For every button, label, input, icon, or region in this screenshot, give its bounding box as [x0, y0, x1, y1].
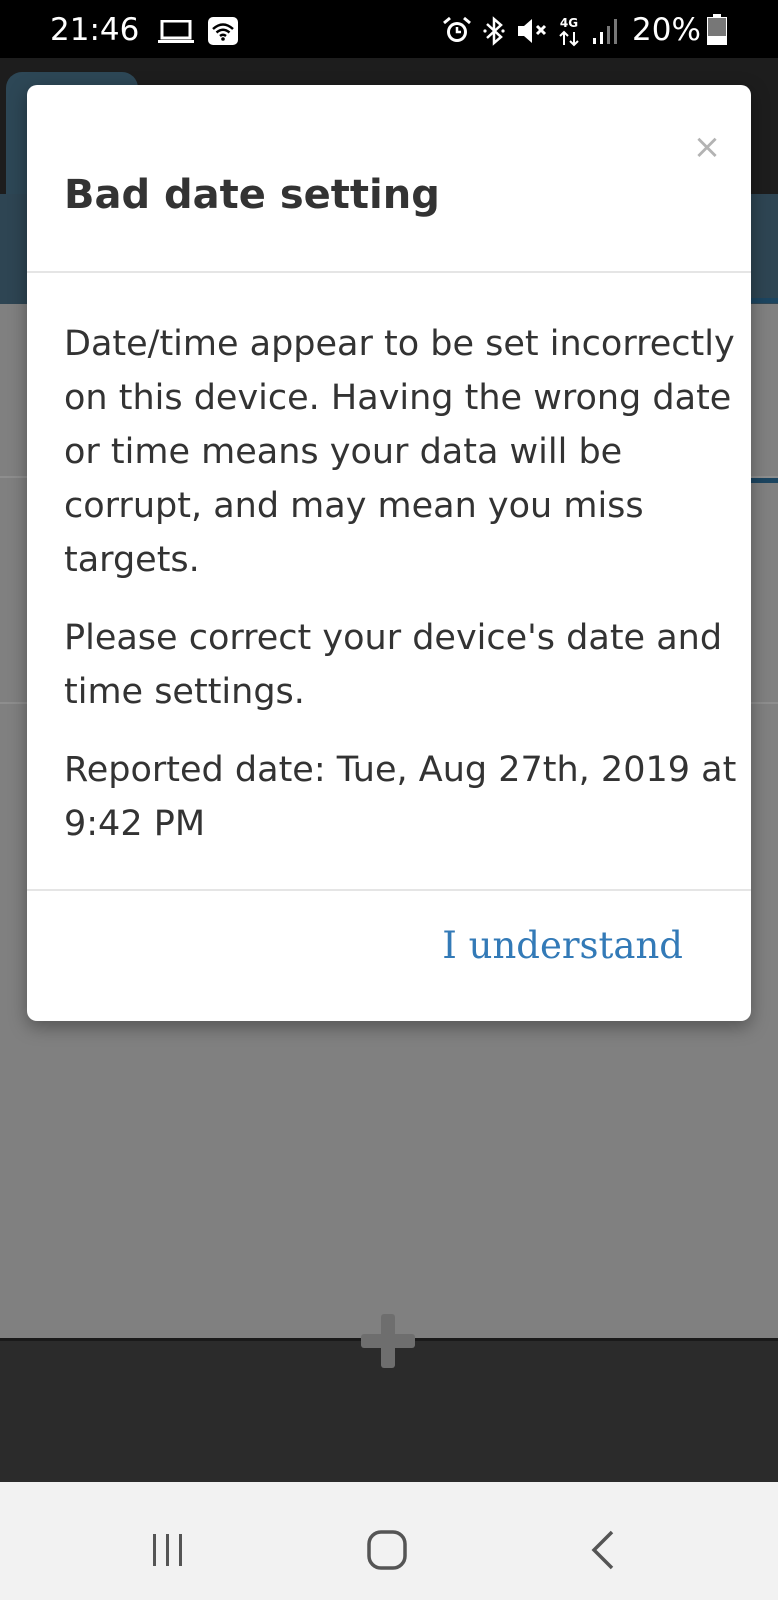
reported-date-text: Reported date: Tue, Aug 27th, 2019 at 9:… [64, 750, 737, 844]
recents-button[interactable] [148, 1530, 188, 1570]
dialog-message: Date/time appear to be set incorrectly o… [64, 324, 735, 580]
plus-icon [361, 1314, 415, 1368]
app-edge-accent [748, 298, 778, 303]
close-icon[interactable]: × [687, 127, 727, 167]
dialog-footer-divider [27, 889, 751, 891]
i-understand-button[interactable]: I understand [442, 921, 683, 971]
lte-label: 4G [560, 16, 578, 30]
bluetooth-icon [482, 16, 506, 46]
battery-percent: 20% [632, 12, 701, 48]
bad-date-dialog: × Bad date setting Date/time appear to b… [27, 85, 751, 1021]
back-button[interactable] [588, 1528, 618, 1572]
system-nav-bar [0, 1482, 778, 1600]
dialog-header-divider [27, 271, 751, 273]
battery-icon [706, 14, 728, 46]
mute-icon [516, 16, 548, 46]
status-bar: 21:46 4G 20% [0, 0, 778, 58]
lte-icon: 4G [556, 14, 582, 48]
dialog-instruction: Please correct your device's date and ti… [64, 618, 723, 712]
dialog-body: Date/time appear to be set incorrectly o… [64, 317, 744, 875]
alarm-icon [442, 16, 472, 46]
recents-icon [153, 1534, 182, 1566]
app-edge-accent [748, 478, 778, 483]
laptop-icon [158, 19, 194, 44]
dialog-title: Bad date setting [64, 172, 440, 218]
wifi-badge-icon [208, 17, 238, 45]
status-time: 21:46 [50, 12, 140, 48]
home-button[interactable] [365, 1528, 409, 1572]
home-icon [367, 1530, 407, 1570]
signal-icon [592, 18, 620, 44]
back-icon [591, 1530, 614, 1570]
add-button[interactable] [359, 1312, 417, 1370]
